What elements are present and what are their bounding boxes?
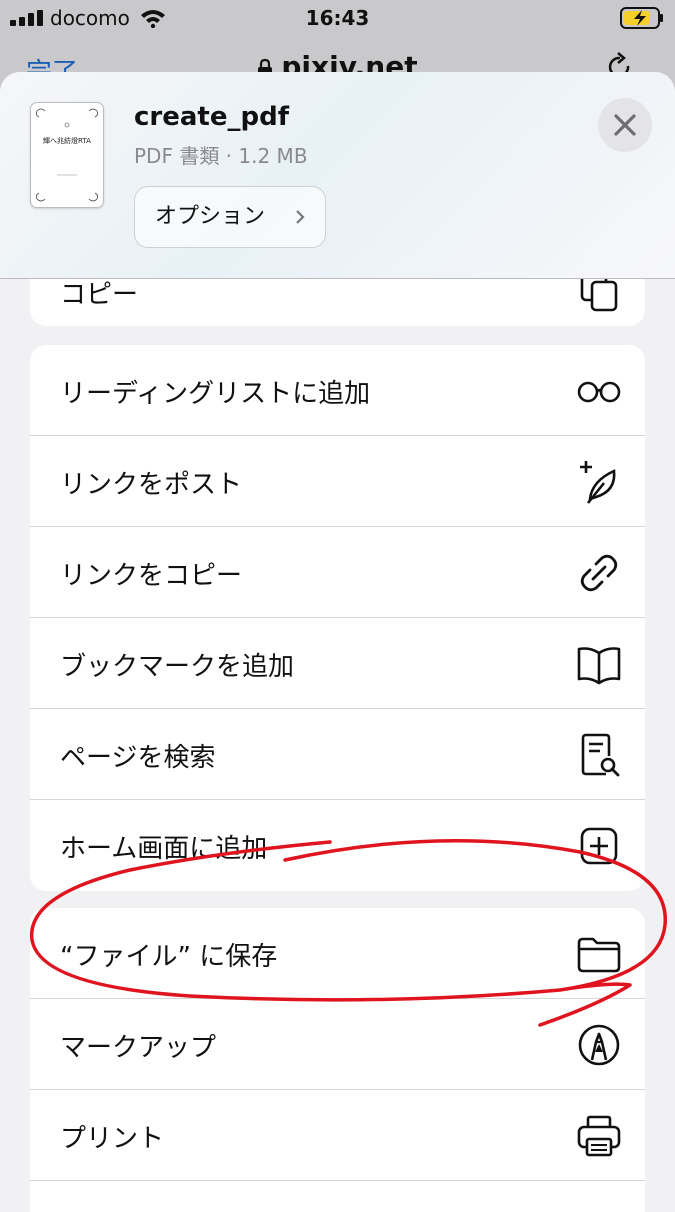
pdf-thumbnail: 輝へ兆紡燈RTA xyxy=(30,102,104,208)
share-sheet-header: 輝へ兆紡燈RTA create_pdf PDF 書類 · 1.2 MB オプショ… xyxy=(0,72,675,279)
action-group-file: “ファイル” に保存 マークアップ プリント xyxy=(30,908,645,1212)
add-square-icon xyxy=(576,823,622,869)
file-meta: PDF 書類 · 1.2 MB xyxy=(134,144,308,168)
action-row-reading-list[interactable]: リーディングリストに追加 xyxy=(30,345,645,436)
action-label: リンクをポスト xyxy=(60,470,243,500)
markup-pen-icon xyxy=(576,1022,622,1068)
battery-charging-icon xyxy=(620,7,663,29)
action-row-next[interactable] xyxy=(30,1181,645,1212)
find-in-page-icon xyxy=(576,732,622,778)
action-label: プリント xyxy=(60,1124,165,1154)
action-label: コピー xyxy=(60,280,139,310)
action-row-copy-link[interactable]: リンクをコピー xyxy=(30,527,645,618)
status-bar: docomo 16:43 xyxy=(0,0,675,38)
action-label: リーディングリストに追加 xyxy=(60,379,371,409)
action-group-page: リーディングリストに追加 リンクをポスト リンクをコピー ブックマークを追加 ペ… xyxy=(30,345,645,891)
link-icon xyxy=(576,550,622,596)
action-row-print[interactable]: プリント xyxy=(30,1090,645,1181)
clock: 16:43 xyxy=(305,6,370,30)
action-label: ページを検索 xyxy=(60,743,216,773)
action-label: リンクをコピー xyxy=(60,561,243,591)
action-row-post-link[interactable]: リンクをポスト xyxy=(30,436,645,527)
action-row-add-bookmark[interactable]: ブックマークを追加 xyxy=(30,618,645,709)
close-icon xyxy=(614,114,636,136)
glasses-icon xyxy=(576,368,622,414)
action-row-save-to-files[interactable]: “ファイル” に保存 xyxy=(30,908,645,999)
book-icon xyxy=(576,641,622,687)
share-sheet: 輝へ兆紡燈RTA create_pdf PDF 書類 · 1.2 MB オプショ… xyxy=(0,72,675,1212)
action-row-add-to-home[interactable]: ホーム画面に追加 xyxy=(30,800,645,891)
action-row-markup[interactable]: マークアップ xyxy=(30,999,645,1090)
chevron-right-icon xyxy=(296,210,305,224)
compose-post-icon xyxy=(576,459,622,505)
close-button[interactable] xyxy=(598,98,652,152)
action-label: ホーム画面に追加 xyxy=(60,834,268,864)
folder-icon xyxy=(576,931,622,977)
thumbnail-title: 輝へ兆紡燈RTA xyxy=(43,136,91,145)
file-name: create_pdf xyxy=(134,102,290,132)
printer-icon xyxy=(576,1113,622,1159)
action-label: “ファイル” に保存 xyxy=(60,942,278,972)
action-label: マークアップ xyxy=(60,1033,217,1063)
action-label: ブックマークを追加 xyxy=(60,652,295,682)
action-row-find-on-page[interactable]: ページを検索 xyxy=(30,709,645,800)
options-button[interactable]: オプション xyxy=(134,186,326,248)
options-label: オプション xyxy=(155,204,266,229)
